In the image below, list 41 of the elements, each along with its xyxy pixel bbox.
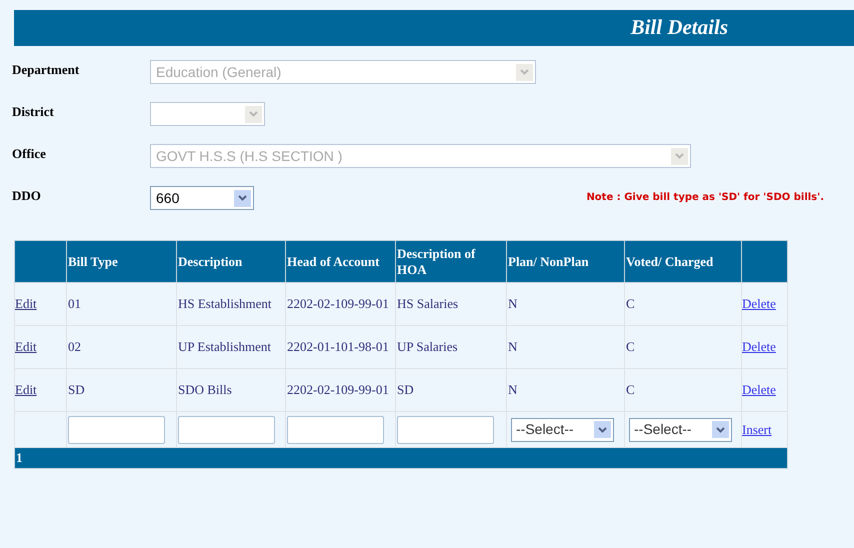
input-field[interactable] — [287, 416, 384, 444]
table-cell: HS Establishment — [176, 282, 286, 326]
table-cell: UP Establishment — [176, 326, 286, 368]
column-header: Bill Type — [66, 240, 176, 282]
dropdown-field[interactable]: --Select-- — [511, 418, 614, 442]
table-cell: SD — [66, 368, 176, 412]
table-cell: C — [624, 368, 742, 412]
edit-link[interactable]: Edit — [15, 382, 37, 398]
table-cell: C — [624, 326, 742, 368]
field-label: DDO — [12, 187, 42, 205]
column-header: Description of HOA — [396, 240, 506, 282]
edit-link[interactable]: Edit — [15, 296, 37, 312]
input-field[interactable] — [178, 416, 275, 444]
table-cell: 2202-01-101-98-01 — [286, 326, 396, 368]
column-header: Voted/ Charged — [624, 240, 742, 282]
note-text: Note : Give bill type as 'SD' for 'SDO bills'. — [586, 191, 824, 205]
field-label: Department — [12, 61, 80, 79]
field-label: Office — [12, 145, 47, 163]
dropdown-field[interactable]: --Select-- — [629, 418, 732, 442]
field-label: District — [12, 103, 55, 121]
column-header: Head of Account — [286, 240, 396, 282]
column-header: Plan/ NonPlan — [506, 240, 624, 282]
column-header: Description — [176, 240, 286, 282]
table-cell: 02 — [66, 326, 176, 368]
table-cell: N — [506, 368, 624, 412]
page-number[interactable]: 1 — [16, 450, 22, 466]
input-field[interactable] — [68, 416, 165, 444]
table-cell: SDO Bills — [176, 368, 286, 412]
dropdown-field[interactable]: 660 — [150, 186, 254, 210]
table-cell: 01 — [66, 282, 176, 326]
edit-link[interactable]: Edit — [15, 339, 37, 354]
table-cell: 2202-02-109-99-01 — [286, 282, 396, 326]
table-cell: C — [624, 282, 742, 326]
table-cell: 2202-02-109-99-01 — [286, 368, 396, 412]
table-cell: N — [506, 282, 624, 326]
page-title: Bill Details — [630, 14, 728, 42]
table-cell: UP Salaries — [396, 326, 506, 368]
table-cell: HS Salaries — [396, 282, 506, 326]
table-cell: SD — [396, 368, 506, 412]
table-cell: N — [506, 326, 624, 368]
input-field[interactable] — [397, 416, 494, 444]
